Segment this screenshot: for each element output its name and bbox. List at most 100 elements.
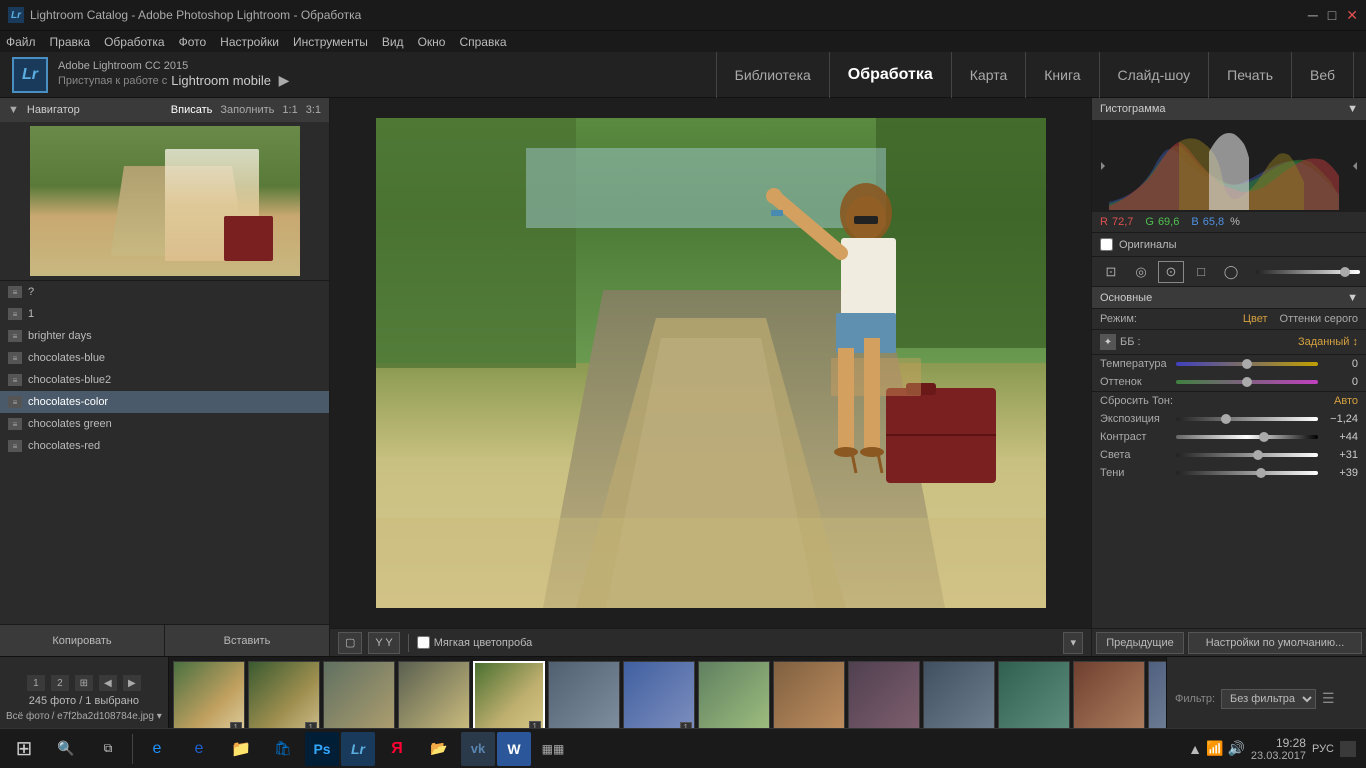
thumb-2[interactable]: 1 bbox=[248, 661, 320, 737]
collapse-icon[interactable]: ▼ bbox=[8, 104, 19, 116]
vk-icon[interactable]: vk bbox=[461, 732, 495, 766]
thumb-10[interactable] bbox=[848, 661, 920, 737]
exposure-thumb[interactable] bbox=[1221, 414, 1231, 424]
graduated-icon[interactable]: □ bbox=[1188, 261, 1214, 283]
tint-track[interactable] bbox=[1176, 380, 1318, 384]
word-icon[interactable]: W bbox=[497, 732, 531, 766]
menu-edit[interactable]: Правка bbox=[50, 35, 91, 49]
filmstrip-settings-icon[interactable]: ☰ bbox=[1322, 690, 1335, 707]
copy-button[interactable]: Копировать bbox=[0, 625, 165, 656]
redeye-icon[interactable]: ⊙ bbox=[1158, 261, 1184, 283]
thumb-1[interactable]: 1 bbox=[173, 661, 245, 737]
thumb-5[interactable]: 1 bbox=[473, 661, 545, 737]
thumb-6[interactable] bbox=[548, 661, 620, 737]
thumb-4[interactable] bbox=[398, 661, 470, 737]
shadows-thumb[interactable] bbox=[1256, 468, 1266, 478]
grid-view-btn[interactable]: ⊞ bbox=[75, 675, 93, 691]
preset-1[interactable]: ≡ 1 bbox=[0, 303, 329, 325]
zoom-1-1[interactable]: 1:1 bbox=[282, 104, 297, 116]
minimize-btn[interactable]: ─ bbox=[1308, 7, 1318, 24]
thumb-12[interactable] bbox=[998, 661, 1070, 737]
preset-q[interactable]: ≡ ? bbox=[0, 281, 329, 303]
zoom-3-1[interactable]: 3:1 bbox=[306, 104, 321, 116]
thumb-7[interactable]: 1 bbox=[623, 661, 695, 737]
window-controls[interactable]: ─ □ ✕ bbox=[1308, 7, 1358, 24]
menu-help[interactable]: Справка bbox=[459, 35, 506, 49]
nav-develop[interactable]: Обработка bbox=[830, 52, 952, 98]
thumb-14[interactable] bbox=[1148, 661, 1166, 737]
volume-icon[interactable]: 🔊 bbox=[1227, 740, 1244, 757]
menu-view[interactable]: Вид bbox=[382, 35, 404, 49]
menu-file[interactable]: Файл bbox=[6, 35, 36, 49]
softproof-checkbox[interactable] bbox=[417, 636, 430, 649]
menu-photo[interactable]: Фото bbox=[179, 35, 207, 49]
contrast-thumb[interactable] bbox=[1259, 432, 1269, 442]
tint-thumb[interactable] bbox=[1242, 377, 1252, 387]
auto-tone-btn[interactable]: Авто bbox=[1334, 395, 1358, 407]
default-settings-btn[interactable]: Настройки по умолчанию... bbox=[1188, 632, 1362, 654]
prev-settings-btn[interactable]: Предыдущие bbox=[1096, 632, 1184, 654]
play-button[interactable]: ▶ bbox=[275, 72, 293, 90]
histogram-collapse[interactable]: ▼ bbox=[1347, 103, 1358, 115]
preset-brighter-days[interactable]: ≡ brighter days bbox=[0, 325, 329, 347]
nav-print[interactable]: Печать bbox=[1209, 52, 1292, 98]
mode-grayscale-btn[interactable]: Оттенки серого bbox=[1280, 313, 1358, 325]
spot-heal-icon[interactable]: ◎ bbox=[1128, 261, 1154, 283]
nav-map[interactable]: Карта bbox=[952, 52, 1026, 98]
highlights-track[interactable] bbox=[1176, 453, 1318, 457]
thumb-11[interactable] bbox=[923, 661, 995, 737]
wb-value[interactable]: Заданный ↕ bbox=[1298, 336, 1358, 348]
view-single-btn[interactable]: 1 bbox=[27, 675, 45, 691]
mode-color-btn[interactable]: Цвет bbox=[1243, 313, 1268, 325]
next-photo-btn[interactable]: ▶ bbox=[123, 675, 141, 691]
search-taskbar-btn[interactable]: 🔍 bbox=[46, 730, 86, 768]
menu-settings[interactable]: Настройки bbox=[220, 35, 279, 49]
app2-icon[interactable]: ▦▦ bbox=[533, 730, 573, 768]
tray-arrow[interactable]: ▲ bbox=[1188, 741, 1202, 757]
preset-choc-blue[interactable]: ≡ chocolates-blue bbox=[0, 347, 329, 369]
ie-icon[interactable]: e bbox=[179, 730, 219, 768]
wb-picker-icon[interactable]: ✦ bbox=[1100, 334, 1116, 350]
show-desktop-btn[interactable] bbox=[1340, 741, 1356, 757]
menu-tools[interactable]: Инструменты bbox=[293, 35, 368, 49]
thumb-9[interactable] bbox=[773, 661, 845, 737]
start-button[interactable]: ⊞ bbox=[4, 729, 44, 768]
photoshop-icon[interactable]: Ps bbox=[305, 732, 339, 766]
filter-select[interactable]: Без фильтра bbox=[1221, 689, 1316, 709]
channel-btn[interactable]: Y Y bbox=[368, 632, 399, 654]
shadows-track[interactable] bbox=[1176, 471, 1318, 475]
zoom-fit[interactable]: Вписать bbox=[171, 104, 213, 116]
yandex-icon[interactable]: Я bbox=[377, 730, 417, 768]
network-icon[interactable]: 📶 bbox=[1206, 740, 1223, 757]
temperature-track[interactable] bbox=[1176, 362, 1318, 366]
nav-slideshow[interactable]: Слайд-шоу bbox=[1100, 52, 1210, 98]
basic-collapse-icon[interactable]: ▼ bbox=[1347, 292, 1358, 304]
highlights-thumb[interactable] bbox=[1253, 450, 1263, 460]
contrast-track[interactable] bbox=[1176, 435, 1318, 439]
nav-book[interactable]: Книга bbox=[1026, 52, 1099, 98]
clock[interactable]: 19:28 23.03.2017 bbox=[1251, 736, 1306, 762]
nav-library[interactable]: Библиотека bbox=[716, 52, 830, 98]
preset-choc-color[interactable]: ≡ chocolates-color bbox=[0, 391, 329, 413]
crop-tool-btn[interactable]: ▢ bbox=[338, 632, 362, 654]
temperature-thumb[interactable] bbox=[1242, 359, 1252, 369]
lightroom-taskbar-icon[interactable]: Lr bbox=[341, 732, 375, 766]
thumb-13[interactable] bbox=[1073, 661, 1145, 737]
menu-develop[interactable]: Обработка bbox=[104, 35, 165, 49]
prev-photo-btn[interactable]: ◀ bbox=[99, 675, 117, 691]
radial-icon[interactable]: ◯ bbox=[1218, 261, 1244, 283]
close-btn[interactable]: ✕ bbox=[1346, 7, 1358, 24]
nav-web[interactable]: Веб bbox=[1292, 52, 1354, 98]
maximize-btn[interactable]: □ bbox=[1328, 7, 1336, 24]
folder-icon[interactable]: 📁 bbox=[221, 730, 261, 768]
view-compare-btn[interactable]: 2 bbox=[51, 675, 69, 691]
store-icon[interactable]: 🛍 bbox=[263, 730, 303, 768]
menu-window[interactable]: Окно bbox=[418, 35, 446, 49]
crop-icon[interactable]: ⊡ bbox=[1098, 261, 1124, 283]
thumb-8[interactable] bbox=[698, 661, 770, 737]
exposure-track[interactable] bbox=[1176, 417, 1318, 421]
taskview-btn[interactable]: ⧉ bbox=[88, 730, 128, 768]
thumb-3[interactable] bbox=[323, 661, 395, 737]
files-icon[interactable]: 📂 bbox=[419, 730, 459, 768]
edge-icon[interactable]: e bbox=[137, 730, 177, 768]
